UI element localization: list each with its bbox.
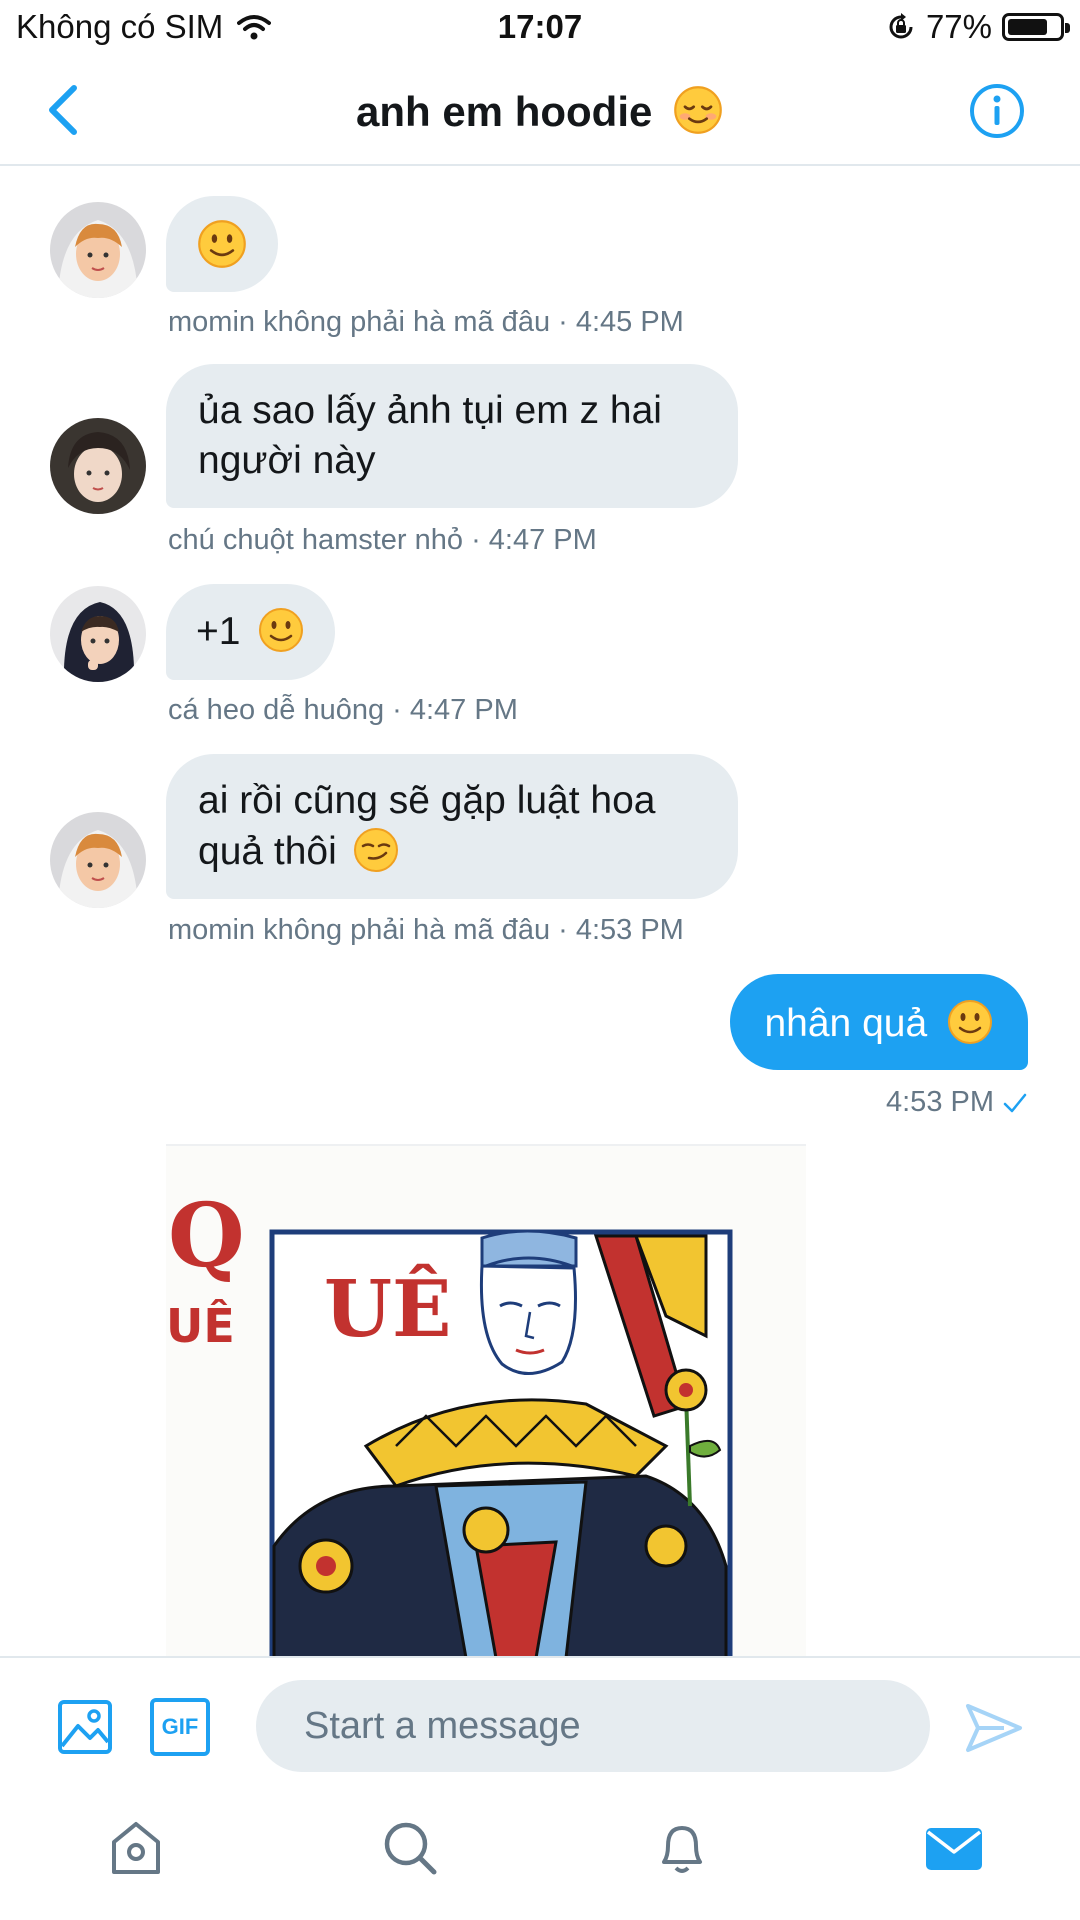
image-icon[interactable] [56, 1698, 114, 1756]
slightly-smiling-face-icon [198, 220, 246, 268]
avatar-image [50, 586, 146, 682]
conversation-header: anh em hoodie [0, 54, 1080, 166]
slightly-smiling-face-icon [259, 608, 304, 652]
battery-fill [1008, 19, 1047, 35]
conversation-title: anh em hoodie [0, 84, 1080, 136]
avatar[interactable] [50, 418, 146, 514]
home-icon[interactable] [106, 1818, 166, 1878]
card-small-label: UÊ [166, 1299, 235, 1353]
tab-bar [0, 1790, 1080, 1920]
message-bubble[interactable]: ai rồi cũng sẽ gặp luật hoa quả thôi [166, 754, 738, 899]
avatar[interactable] [50, 202, 146, 298]
message-input[interactable]: Start a message [256, 1680, 930, 1772]
message-text: +1 [196, 610, 241, 653]
message-meta: chú chuột hamster nhỏ · 4:47 PM [168, 524, 597, 556]
status-bar: Không có SIM 17:07 77% [0, 0, 1080, 54]
message-text: nhân quả [764, 1002, 928, 1045]
messages-envelope-icon[interactable] [922, 1818, 986, 1878]
message-text: ủa sao lấy ảnh tụi em z hai người này [198, 389, 662, 482]
image-attachment[interactable]: Q UÊ UÊ [166, 1144, 806, 1656]
message-bubble[interactable]: ủa sao lấy ảnh tụi em z hai người này [166, 364, 738, 508]
avatar-image [50, 202, 146, 298]
card-big-label: UÊ [324, 1263, 451, 1355]
avatar-image [50, 418, 146, 514]
status-right: 77% [886, 8, 1070, 46]
slightly-smiling-face-icon [948, 1000, 992, 1044]
send-icon[interactable] [964, 1702, 1024, 1754]
battery-percent: 77% [925, 8, 992, 45]
conversation-title-text: anh em hoodie [355, 88, 653, 135]
smirking-face-icon [353, 828, 398, 872]
message-meta: momin không phải hà mã đâu · 4:45 PM [168, 306, 684, 338]
message-list[interactable]: momin không phải hà mã đâu · 4:45 PM ủa … [0, 168, 1080, 1656]
message-meta: momin không phải hà mã đâu · 4:53 PM [168, 914, 684, 946]
message-input-placeholder: Start a message [304, 1705, 581, 1747]
message-time: 4:53 PM [886, 1086, 994, 1118]
rotation-lock-icon [889, 13, 913, 39]
message-bubble[interactable] [166, 196, 278, 292]
outgoing-message-meta: 4:53 PM [886, 1086, 1028, 1119]
outgoing-message-bubble[interactable]: nhân quả [730, 974, 1028, 1070]
gif-button[interactable]: GIF [150, 1698, 210, 1756]
card-rank-text: Q [168, 1183, 245, 1287]
message-meta: cá heo dễ huông · 4:47 PM [168, 694, 518, 726]
gif-label: GIF [161, 1714, 199, 1739]
relieved-face-icon [674, 86, 722, 134]
avatar-image [50, 812, 146, 908]
notifications-bell-icon[interactable] [652, 1818, 712, 1878]
message-text: ai rồi cũng sẽ gặp luật hoa quả thôi [198, 779, 656, 873]
message-bubble[interactable]: +1 [166, 584, 336, 680]
message-composer: GIF Start a message [0, 1656, 1080, 1790]
queen-card-image: Q UÊ UÊ [166, 1146, 806, 1656]
search-icon[interactable] [380, 1818, 440, 1878]
battery-cap [1065, 23, 1070, 33]
battery-icon [1002, 13, 1070, 41]
avatar[interactable] [50, 586, 146, 682]
checkmark-icon [1003, 1093, 1027, 1112]
info-icon[interactable] [968, 82, 1026, 140]
avatar[interactable] [50, 812, 146, 908]
